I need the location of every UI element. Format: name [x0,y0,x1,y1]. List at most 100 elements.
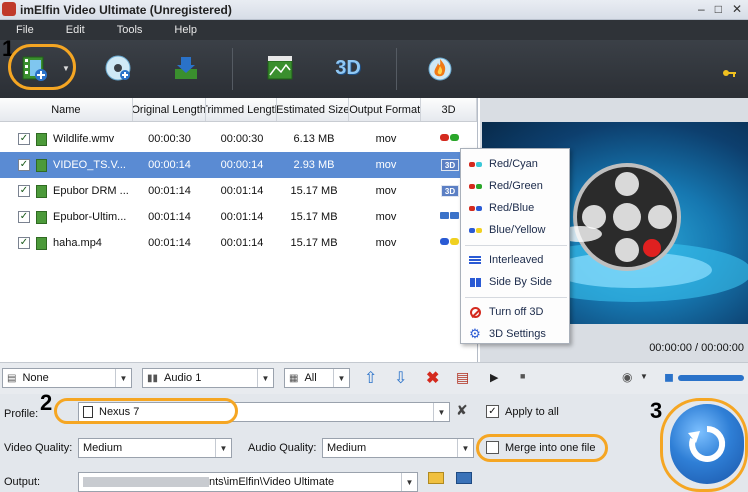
chevron-down-icon[interactable]: ▼ [257,369,273,387]
glasses-red-green-icon [440,134,460,144]
menu-file[interactable]: File [0,24,50,36]
column-header-output-format[interactable]: Output Format [349,98,422,121]
minimize-icon[interactable]: – [698,2,705,16]
table-row[interactable]: ✓ Epubor-Ultim... 00:01:14 00:01:14 15.17 MB… [0,204,478,230]
menu-item-blue-yellow[interactable]: Blue/Yellow [461,219,571,241]
maximize-icon[interactable]: □ [715,2,722,16]
menu-item-interleaved[interactable]: Interleaved [461,249,571,271]
menu-bar: File Edit Tools Help [0,20,748,40]
row-checkbox[interactable]: ✓ [18,133,30,145]
video-file-icon [36,236,47,250]
format-cell: mov [375,211,397,223]
menu-item-label: 3D Settings [489,328,546,340]
audio-quality-select[interactable]: Medium ▼ [322,438,474,458]
menu-item-label: Turn off 3D [489,306,544,318]
volume-icon[interactable]: ◼ [664,370,674,384]
original-cell: 00:01:14 [148,211,191,223]
stop-icon[interactable]: ■ [520,371,525,381]
table-row[interactable]: ✓ VIDEO_TS.V... 00:00:14 00:00:14 2.93 MB mov… [0,152,478,178]
apply-filter-select[interactable]: ▦ All ▼ [284,368,350,388]
download-button[interactable] [168,50,204,86]
annotation-circle-1 [8,44,76,90]
burn-button[interactable] [422,50,458,86]
file-name: VIDEO_TS.V... [53,159,126,171]
row-checkbox[interactable]: ✓ [18,237,30,249]
3d-effect-cell[interactable] [422,134,478,144]
audio-quality-label: Audio Quality: [248,442,317,454]
row-checkbox[interactable]: ✓ [18,185,30,197]
chevron-down-icon[interactable]: ▼ [457,439,473,457]
menu-item-red-cyan[interactable]: Red/Cyan [461,153,571,175]
format-cell: mov [375,237,397,249]
play-icon[interactable]: ▶ [490,371,498,384]
volume-slider[interactable] [678,375,744,381]
chevron-down-icon[interactable]: ▼ [401,473,417,491]
subtitle-select-value: None [22,372,49,384]
profile-settings-icon[interactable]: ✘ [456,402,468,419]
close-icon[interactable]: ✕ [732,2,742,16]
video-quality-select[interactable]: Medium ▼ [78,438,232,458]
column-header-3d[interactable]: 3D [421,98,477,121]
subtitle-icon: ▤ [7,372,17,384]
table-row[interactable]: ✓ haha.mp4 00:01:14 00:01:14 15.17 MB mov [0,230,478,256]
menu-tools[interactable]: Tools [101,24,159,36]
edit-video-icon [267,56,293,80]
table-row[interactable]: ✓ Wildlife.wmv 00:00:30 00:00:30 6.13 MB mov [0,126,478,152]
chevron-down-icon[interactable]: ▼ [333,369,349,387]
format-cell: mov [375,133,397,145]
menu-item-red-green[interactable]: Red/Green [461,175,571,197]
delete-icon[interactable]: ✖ [426,368,439,388]
glasses-blue-yellow-icon [467,224,483,236]
size-cell: 2.93 MB [293,159,335,171]
name-cell: ✓ Epubor DRM ... [0,184,133,198]
apply-filter-value: All [304,372,317,384]
time-readout: 00:00:00 / 00:00:00 [649,342,744,354]
browse-folder-icon[interactable] [428,472,444,484]
add-dvd-button[interactable] [100,50,136,86]
clear-list-icon[interactable]: ▤ [456,369,469,386]
menu-item-red-blue[interactable]: Red/Blue [461,197,571,219]
open-folder-icon[interactable] [456,472,472,484]
chevron-down-icon[interactable]: ▼ [433,403,449,421]
row-checkbox[interactable]: ✓ [18,159,30,171]
output-path-blurred [83,477,209,487]
menu-edit[interactable]: Edit [50,24,101,36]
output-path-field[interactable]: nts\imElfin\Video Ultimate ▼ [78,472,418,492]
column-header-estimated-size[interactable]: Estimated Size [277,98,350,121]
snapshot-dropdown-icon[interactable]: ▼ [640,372,648,381]
file-name: Epubor DRM ... [53,185,129,197]
annotation-number-2: 2 [40,390,53,415]
app-logo-icon [2,2,16,16]
menu-item-turn-off-3d[interactable]: Turn off 3D [461,301,571,323]
video-file-icon [36,210,47,224]
original-cell: 00:01:14 [148,237,191,249]
3d-context-menu: Red/Cyan Red/Green Red/Blue Blue/Yellow Inte… [460,148,570,344]
trimmed-cell: 00:00:14 [220,159,264,171]
3d-button[interactable]: 3D [330,50,366,86]
menu-item-3d-settings[interactable]: ⚙ 3D Settings [461,323,571,345]
row-checkbox[interactable]: ✓ [18,211,30,223]
audio-track-select[interactable]: ▮▮ Audio 1 ▼ [142,368,274,388]
glasses-blue-yellow-icon [440,238,460,248]
apply-to-all-checkbox[interactable]: ✓ [486,405,499,418]
subtitle-select[interactable]: ▤ None ▼ [2,368,132,388]
move-down-icon[interactable]: ⇩ [394,368,407,388]
move-up-icon[interactable]: ⇧ [364,368,377,388]
trimmed-cell: 00:01:14 [220,185,264,197]
burn-icon [428,57,452,81]
chevron-down-icon[interactable]: ▼ [115,369,131,387]
column-header-name[interactable]: Name [0,98,133,121]
video-file-icon [36,184,47,198]
register-key-icon[interactable] [722,68,736,78]
menu-separator [465,245,567,246]
glasses-red-cyan-icon [467,158,483,170]
column-header-original-length[interactable]: Original Length [133,98,206,121]
column-header-trimmed-length[interactable]: Trimmed Length [206,98,278,121]
table-row[interactable]: ✓ Epubor DRM ... 00:01:14 00:01:14 15.17 MB m… [0,178,478,204]
menu-item-side-by-side[interactable]: Side By Side [461,271,571,293]
3d-badge-icon: 3D [441,185,459,197]
chevron-down-icon[interactable]: ▼ [215,439,231,457]
edit-video-button[interactable] [262,50,298,86]
snapshot-icon[interactable]: ◉ [622,370,632,384]
menu-help[interactable]: Help [158,24,213,36]
